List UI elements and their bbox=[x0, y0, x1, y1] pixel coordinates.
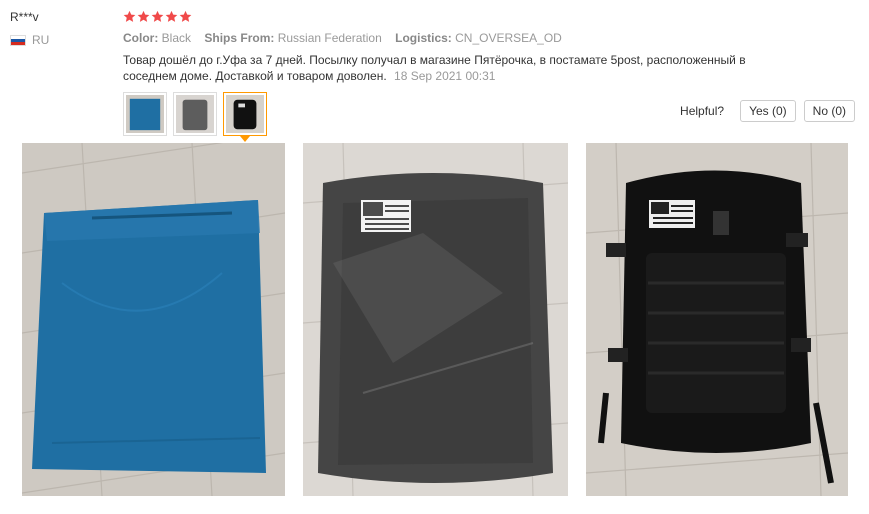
backpack-image bbox=[176, 95, 214, 133]
review-photo-wrapped-backpack[interactable] bbox=[303, 143, 568, 496]
ships-from-label: Ships From: bbox=[204, 31, 275, 45]
helpful-section: Helpful? Yes (0) No (0) bbox=[680, 100, 855, 122]
package-image bbox=[126, 95, 164, 133]
logistics-label: Logistics: bbox=[395, 31, 452, 45]
star-icon bbox=[151, 10, 164, 22]
russia-flag-icon bbox=[10, 34, 26, 46]
reviewer-name: R***v bbox=[10, 10, 39, 24]
review-date: 18 Sep 2021 00:31 bbox=[394, 69, 496, 83]
review-body: Товар дошёл до г.Уфа за 7 дней. Посылку … bbox=[123, 52, 773, 84]
order-details: Color: Black Ships From: Russian Federat… bbox=[123, 31, 572, 45]
thumbnail-strip bbox=[123, 92, 267, 142]
helpful-yes-button[interactable]: Yes (0) bbox=[740, 100, 796, 122]
review-photo-black-backpack[interactable] bbox=[586, 143, 848, 496]
star-rating bbox=[123, 10, 192, 23]
color-value: Black bbox=[161, 31, 192, 45]
thumbnail-wrapped-backpack[interactable] bbox=[173, 92, 217, 136]
black-backpack-image bbox=[586, 143, 848, 496]
helpful-label: Helpful? bbox=[680, 104, 725, 118]
backpack-image bbox=[226, 95, 264, 133]
wrapped-backpack-image bbox=[303, 143, 568, 496]
thumbnail-black-backpack[interactable] bbox=[223, 92, 267, 142]
star-icon bbox=[123, 10, 136, 22]
star-icon bbox=[179, 10, 192, 22]
blue-package-image bbox=[22, 143, 285, 496]
helpful-no-button[interactable]: No (0) bbox=[803, 100, 855, 122]
review-photo-blue-package[interactable] bbox=[22, 143, 285, 496]
thumbnail-blue-package[interactable] bbox=[123, 92, 167, 136]
logistics-value: CN_OVERSEA_OD bbox=[455, 31, 562, 45]
star-icon bbox=[137, 10, 150, 22]
star-icon bbox=[165, 10, 178, 22]
ships-from-value: Russian Federation bbox=[277, 31, 382, 45]
color-label: Color: bbox=[123, 31, 159, 45]
active-thumbnail-indicator bbox=[240, 136, 250, 142]
reviewer-country: RU bbox=[10, 33, 49, 47]
country-code: RU bbox=[32, 33, 50, 47]
